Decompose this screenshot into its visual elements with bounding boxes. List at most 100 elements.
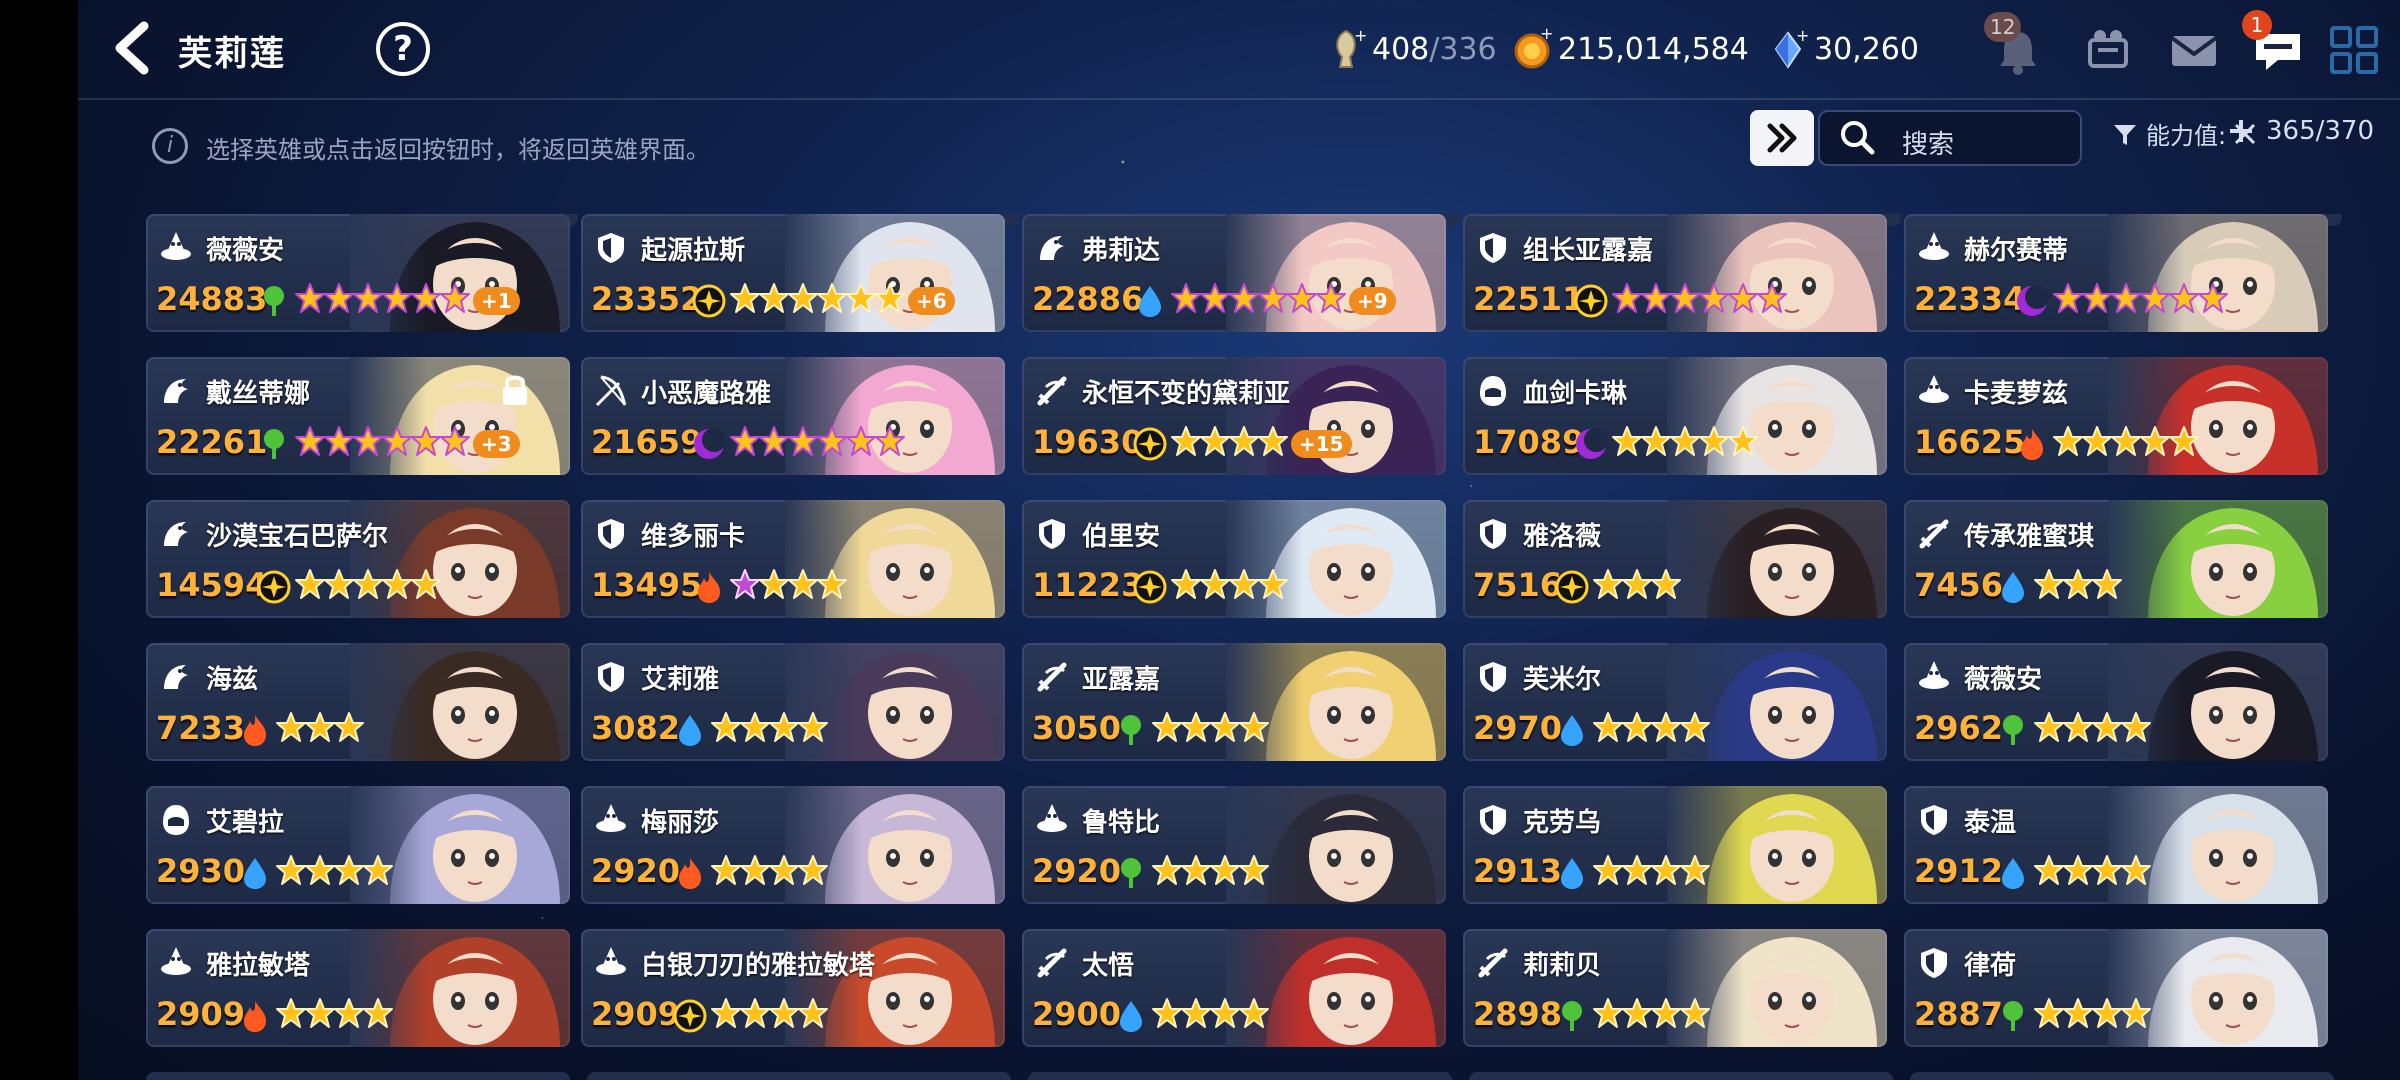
star-icon [2169,283,2199,313]
hero-card[interactable]: 梅丽莎 2920 [581,786,1005,904]
hero-card[interactable]: 鲁特比 2920 [1022,786,1446,904]
hero-card[interactable]: 海兹 7233 [146,643,570,761]
hero-card-partial[interactable] [1469,1072,1893,1080]
plus-icon [2230,120,2252,142]
star-icon [1670,283,1700,313]
hero-name: 薇薇安 [1964,665,2043,695]
stamina-counter[interactable]: + 408 /336 [1326,26,1497,72]
water-element-icon [1120,1001,1142,1032]
hero-card[interactable]: 白银刀刃的雅拉敏塔 2909 [581,929,1005,1047]
star-icon [788,426,818,456]
fast-forward-button[interactable] [1750,110,1814,166]
gold-counter[interactable]: + 215,014,584 [1512,26,1749,72]
double-chevron-icon [1767,123,1797,153]
hero-power: 2909 [156,995,246,1033]
hero-power: 2887 [1914,995,2004,1033]
hero-card[interactable]: 芙米尔 2970 [1463,643,1887,761]
hero-power: 24883 [156,280,268,318]
hero-card[interactable]: 艾碧拉 2930 [146,786,570,904]
back-arrow-icon[interactable] [106,20,162,76]
info-icon: i [152,128,188,164]
star-icon [2082,283,2112,313]
star-icon [2092,998,2122,1028]
star-icon [2063,569,2093,599]
mage-icon [596,947,626,975]
hero-name: 永恒不变的黛莉亚 [1082,379,1291,409]
hero-count[interactable]: 365/370 [2226,116,2374,146]
hero-card-partial[interactable] [587,1072,1011,1080]
hero-card[interactable]: 弗莉达 22886 +9 [1022,214,1446,332]
hero-card-partial[interactable] [1028,1072,1452,1080]
star-icon [1593,712,1623,742]
hero-card[interactable]: 永恒不变的黛莉亚 19630 +15 [1022,357,1446,475]
hero-card[interactable]: 传承雅蜜琪 7456 [1904,500,2328,618]
hero-card[interactable]: 组长亚露嘉 22511 [1463,214,1887,332]
top-bar: 芙莉莲 ? + 408 /336 + 215,014,584 + 30,260 … [78,0,2400,100]
hero-card[interactable]: 雅拉敏塔 2909 [146,929,570,1047]
hero-card[interactable]: 克劳乌 2913 [1463,786,1887,904]
star-icon [1651,998,1681,1028]
hero-name: 组长亚露嘉 [1523,236,1654,266]
hero-card-partial[interactable] [146,1072,570,1080]
hero-card[interactable]: 薇薇安 2962 [1904,643,2328,761]
hero-card[interactable]: 维多丽卡 13495 [581,500,1005,618]
hero-card[interactable]: 沙漠宝石巴萨尔 14594 [146,500,570,618]
earth-element-icon [2003,715,2023,745]
help-button[interactable]: ? [376,22,430,76]
dark-element-icon [2017,285,2049,316]
star-icon [1258,426,1288,456]
star-icon [363,855,393,885]
squad-button[interactable] [2078,20,2138,80]
star-rating [295,568,441,604]
star-rating [1593,711,1710,747]
hero-card[interactable]: 泰温 2912 [1904,786,2328,904]
mage-icon [1919,375,1949,403]
hero-power: 2898 [1473,995,1563,1033]
hero-card[interactable]: 亚露嘉 3050 [1022,643,1446,761]
star-icon [324,569,354,599]
hero-power: 17089 [1473,423,1585,461]
star-icon [1239,855,1269,885]
notification-button[interactable]: 12 [1984,12,2048,80]
hero-card[interactable]: 起源拉斯 23352 +6 [581,214,1005,332]
hero-card[interactable]: 卡麦萝兹 16625 [1904,357,2328,475]
star-icon [1699,426,1729,456]
hero-card[interactable]: 莉莉贝 2898 [1463,929,1887,1047]
hero-card-partial[interactable] [1910,1072,2334,1080]
enhance-badge: +15 [1291,430,1352,458]
shield-icon [1921,948,1947,978]
fire-element-icon [2021,429,2043,460]
sword-icon [1037,662,1067,692]
assassin-icon [1480,376,1506,406]
hero-card[interactable]: 伯里安 11223 [1022,500,1446,618]
hero-grid: 薇薇安 24883 +1 起源拉斯 23352 +6 弗莉达 22886 +9 组长亚露嘉 2251… [140,214,2400,1080]
star-icon [1152,855,1182,885]
hero-name: 泰温 [1964,808,2017,838]
hero-name: 沙漠宝石巴萨尔 [206,522,389,552]
crystal-counter[interactable]: + 30,260 [1768,26,1919,72]
hero-card[interactable]: 艾莉雅 3082 [581,643,1005,761]
hero-card[interactable]: 赫尔赛蒂 22334 [1904,214,2328,332]
hero-card[interactable]: 戴丝蒂娜 22261 +3 [146,357,570,475]
chat-button[interactable]: 1 [2242,10,2308,80]
star-icon [798,712,828,742]
mail-icon [2170,36,2218,66]
hero-card[interactable]: 律荷 2887 [1904,929,2328,1047]
star-icon [1699,283,1729,313]
hero-card[interactable]: 小恶魔路雅 21659 [581,357,1005,475]
hero-card[interactable]: 薇薇安 24883 +1 [146,214,570,332]
hero-power: 14594 [156,566,268,604]
star-rating [276,854,393,890]
star-icon [334,712,364,742]
mail-button[interactable] [2164,20,2224,80]
star-icon [1181,855,1211,885]
hero-card[interactable]: 太悟 2900 [1022,929,1446,1047]
menu-button[interactable] [2324,20,2384,80]
star-icon [411,426,441,456]
hero-card[interactable]: 血剑卡琳 17089 [1463,357,1887,475]
hero-card[interactable]: 雅洛薇 7516 [1463,500,1887,618]
star-icon [875,283,905,313]
gold-icon: + [1514,27,1552,69]
star-rating [711,711,828,747]
search-input[interactable]: 搜索 [1818,110,2082,166]
